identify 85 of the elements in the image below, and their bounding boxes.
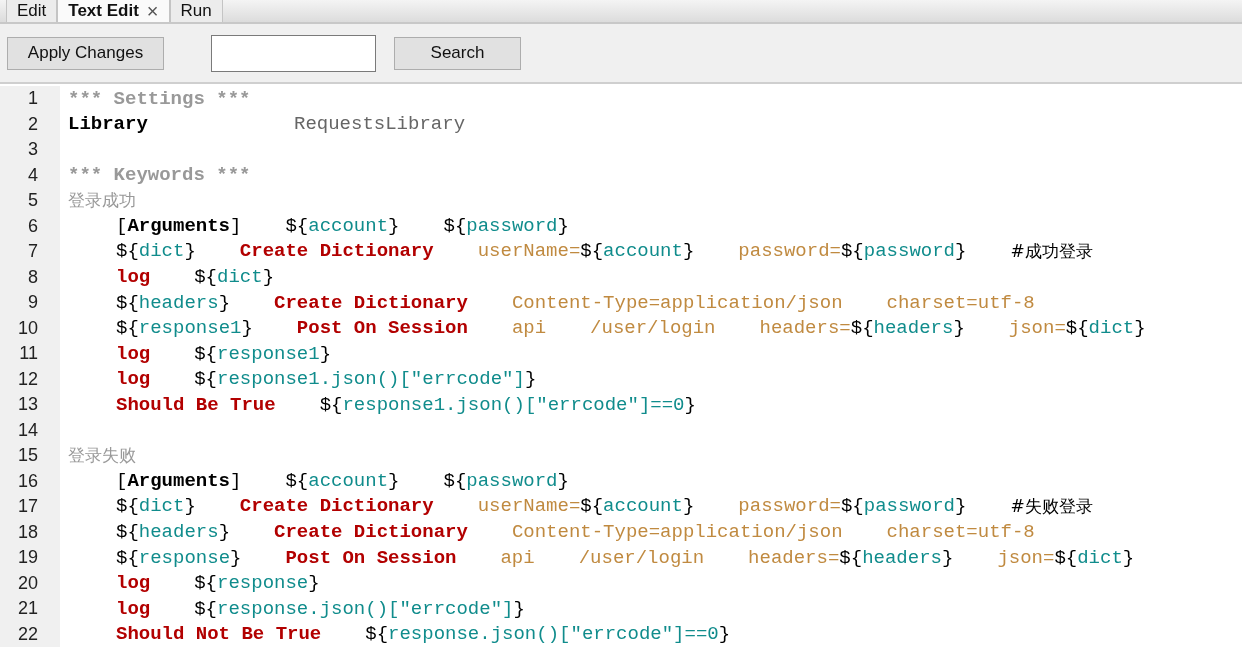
line-number: 3 [28, 139, 38, 161]
line-number: 9 [28, 292, 38, 314]
code-cell: api [500, 546, 535, 569]
tab[interactable]: Text Edit × [57, 0, 170, 22]
code-cell: ${response1.json()["errcode"]==0} [319, 393, 696, 416]
code-cell: headers=${headers} [748, 546, 954, 569]
tab[interactable]: Edit [6, 0, 58, 22]
keyword-cell: Create Dictionary [239, 240, 434, 264]
code-cell: ${response} [116, 546, 242, 569]
keyword-cell: Should Not Be True [116, 623, 322, 646]
keyword-cell: Create Dictionary [274, 291, 468, 314]
keyword-cell: log [116, 597, 151, 620]
line-number: 18 [17, 521, 38, 543]
code-cell: /user/login [590, 317, 716, 340]
keyword-cell: Post On Session [285, 546, 457, 569]
code-cell: Content-Type=application/json [511, 291, 843, 314]
code-cell: ${password} [443, 470, 569, 493]
line-number: 20 [17, 572, 38, 594]
line-number: 21 [17, 598, 38, 620]
code-cell: json=${dict} [997, 546, 1135, 569]
line-number: 16 [17, 470, 38, 492]
line-number: 2 [28, 113, 38, 135]
keyword-cell: log [116, 572, 151, 595]
code-cell: [Arguments] [116, 470, 242, 493]
line-number: 6 [28, 215, 38, 237]
keyword-name: 登录成功 [68, 189, 136, 213]
keyword-name: 登录失败 [68, 444, 136, 468]
close-icon[interactable]: × [146, 0, 159, 21]
code-cell: json=${dict} [1008, 317, 1146, 340]
code-cell: ${response.json()["errcode"]} [194, 597, 525, 620]
code-cell: userName=${account} [477, 240, 695, 264]
line-number: 7 [28, 241, 38, 263]
line-number: 14 [17, 419, 38, 441]
keyword-cell: Should Be True [116, 393, 276, 416]
code-cell: [Arguments] [116, 215, 242, 238]
code-cell: RequestsLibrary [294, 113, 466, 136]
code-cell: api [511, 317, 547, 340]
code-cell: charset=utf-8 [886, 521, 1035, 544]
apply-changes-button[interactable]: Apply Changes [7, 36, 164, 70]
code-cell: ${dict} [116, 495, 196, 519]
code-cell: ${headers} [116, 291, 231, 314]
keyword-cell: Create Dictionary [274, 521, 468, 544]
line-number: 19 [17, 547, 38, 569]
search-field[interactable] [211, 34, 376, 72]
line-number: 4 [28, 164, 38, 186]
line-number: 22 [17, 623, 38, 645]
code-cell: ${password} [443, 215, 569, 238]
code-cell-text: Library [68, 113, 149, 136]
line-number: 8 [28, 266, 38, 288]
keyword-cell: Create Dictionary [239, 495, 434, 519]
line-number: 17 [17, 496, 38, 518]
code-cell: charset=utf-8 [886, 291, 1035, 314]
line-number: 10 [17, 317, 38, 339]
code-cell: ${response} [194, 572, 320, 595]
line-number: 11 [19, 343, 38, 365]
section-header: *** Settings *** [68, 87, 251, 110]
code-cell: ${account} [285, 470, 400, 493]
code-cell: /user/login [578, 546, 705, 569]
code-cell: Content-Type=application/json [511, 521, 843, 544]
code-cell: password=${password} [738, 240, 967, 264]
line-number: 1 [28, 88, 38, 110]
code-comment: #成功登录 [1010, 240, 1093, 264]
code-cell: ${response1.json()["errcode"]} [194, 368, 537, 391]
keyword-cell: log [116, 342, 151, 365]
code-cell: ${response.json()["errcode"]==0} [365, 623, 731, 646]
code-cell: ${account} [285, 215, 400, 238]
line-number: 5 [28, 190, 38, 212]
code-cell: ${dict} [116, 240, 196, 264]
code-cell: headers=${headers} [759, 317, 965, 340]
code-cell: ${response1} [194, 342, 332, 365]
code-cell: ${response1} [116, 317, 253, 340]
tab[interactable]: Run [169, 0, 223, 22]
code-cell: ${headers} [116, 521, 231, 544]
code-cell: ${dict} [194, 266, 275, 289]
line-number: 13 [17, 394, 38, 416]
search-button[interactable]: Search [394, 36, 521, 70]
code-cell: userName=${account} [477, 495, 695, 519]
keyword-cell: Post On Session [296, 317, 468, 340]
line-number: 12 [17, 368, 38, 390]
line-number: 15 [17, 445, 38, 467]
code-comment: #失败登录 [1010, 495, 1093, 519]
keyword-cell: log [116, 368, 151, 391]
keyword-cell: log [116, 266, 151, 289]
code-cell: password=${password} [738, 495, 967, 519]
section-header: *** Keywords *** [68, 164, 251, 187]
